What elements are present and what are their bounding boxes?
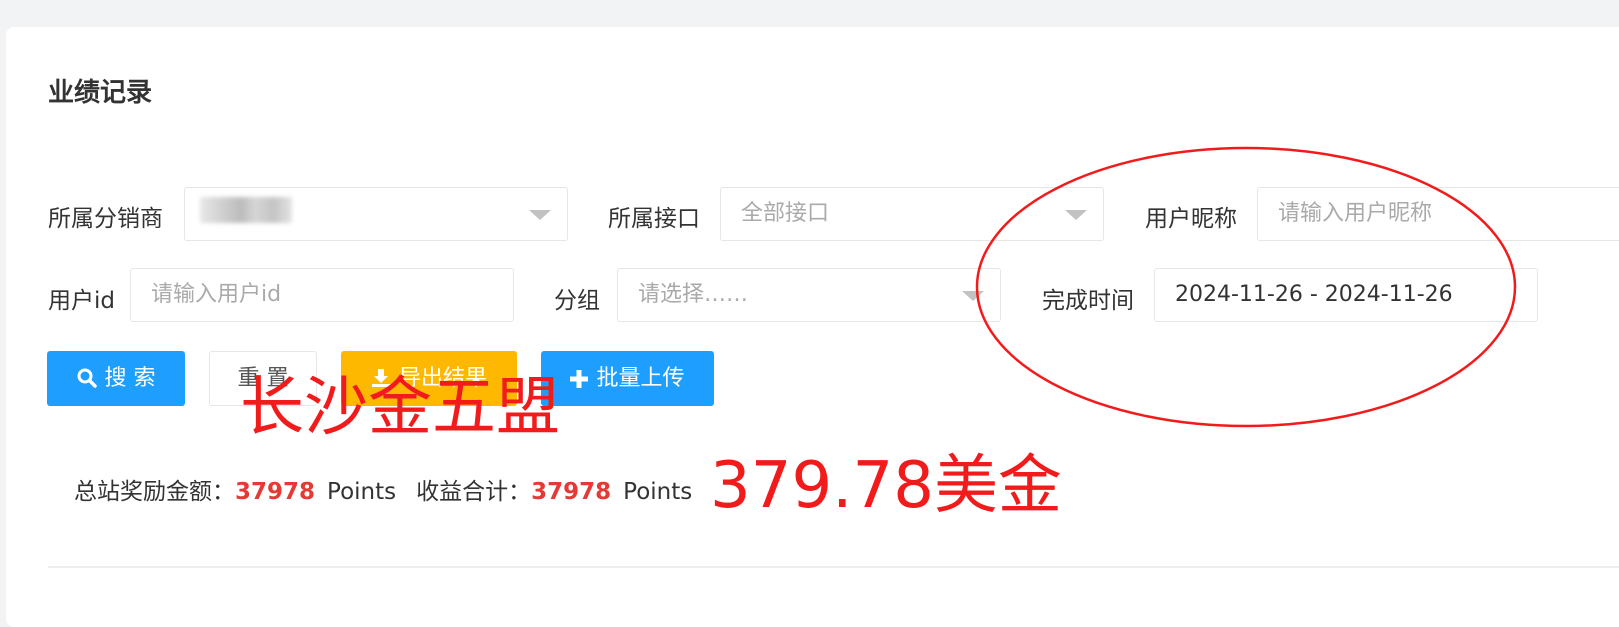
chevron-down-icon — [1065, 210, 1087, 220]
interface-select-value: 全部接口 — [741, 201, 830, 226]
search-button-label: 搜 索 — [104, 366, 156, 391]
summary-line: 总站奖励金额：37978 Points 收益合计：37978 Points — [74, 472, 712, 506]
search-icon — [77, 368, 97, 388]
completion-time-range-input[interactable]: 2024-11-26 - 2024-11-26 — [1154, 268, 1538, 322]
userid-input[interactable]: 请输入用户id — [130, 268, 514, 322]
income-total-value: 37978 — [531, 479, 612, 505]
annotation-text-amount: 379.78美金 — [710, 449, 1062, 523]
page-title: 业绩记录 — [48, 78, 153, 108]
chevron-down-icon — [529, 210, 551, 220]
group-select[interactable]: 请选择…… — [617, 268, 1001, 322]
distributor-label: 所属分销商 — [48, 206, 163, 232]
userid-label: 用户id — [48, 288, 115, 314]
group-label: 分组 — [554, 288, 600, 314]
reward-total-label: 总站奖励金额： — [74, 479, 235, 505]
blurred-distributor-value — [200, 197, 292, 223]
batch-upload-button[interactable]: 批量上传 — [541, 351, 714, 406]
income-total-unit: Points — [623, 479, 693, 505]
interface-label: 所属接口 — [608, 206, 700, 232]
annotation-text-company: 长沙金五盟 — [240, 371, 560, 445]
completion-time-range-value: 2024-11-26 - 2024-11-26 — [1175, 282, 1453, 307]
nickname-input-placeholder: 请输入用户昵称 — [1278, 201, 1433, 226]
search-button[interactable]: 搜 索 — [47, 351, 185, 406]
group-select-placeholder: 请选择…… — [638, 282, 749, 307]
main-card — [6, 27, 1619, 627]
interface-select[interactable]: 全部接口 — [720, 187, 1104, 241]
income-total-label: 收益合计： — [416, 479, 532, 505]
divider — [48, 566, 1619, 568]
nickname-input[interactable]: 请输入用户昵称 — [1257, 187, 1619, 241]
userid-input-placeholder: 请输入用户id — [151, 282, 282, 307]
chevron-down-icon — [962, 291, 984, 301]
nickname-label: 用户昵称 — [1145, 206, 1237, 232]
reward-total-unit: Points — [327, 479, 397, 505]
batch-upload-button-label: 批量上传 — [596, 366, 685, 391]
reward-total-value: 37978 — [235, 479, 316, 505]
plus-icon — [570, 370, 589, 388]
completion-time-label: 完成时间 — [1042, 288, 1134, 314]
